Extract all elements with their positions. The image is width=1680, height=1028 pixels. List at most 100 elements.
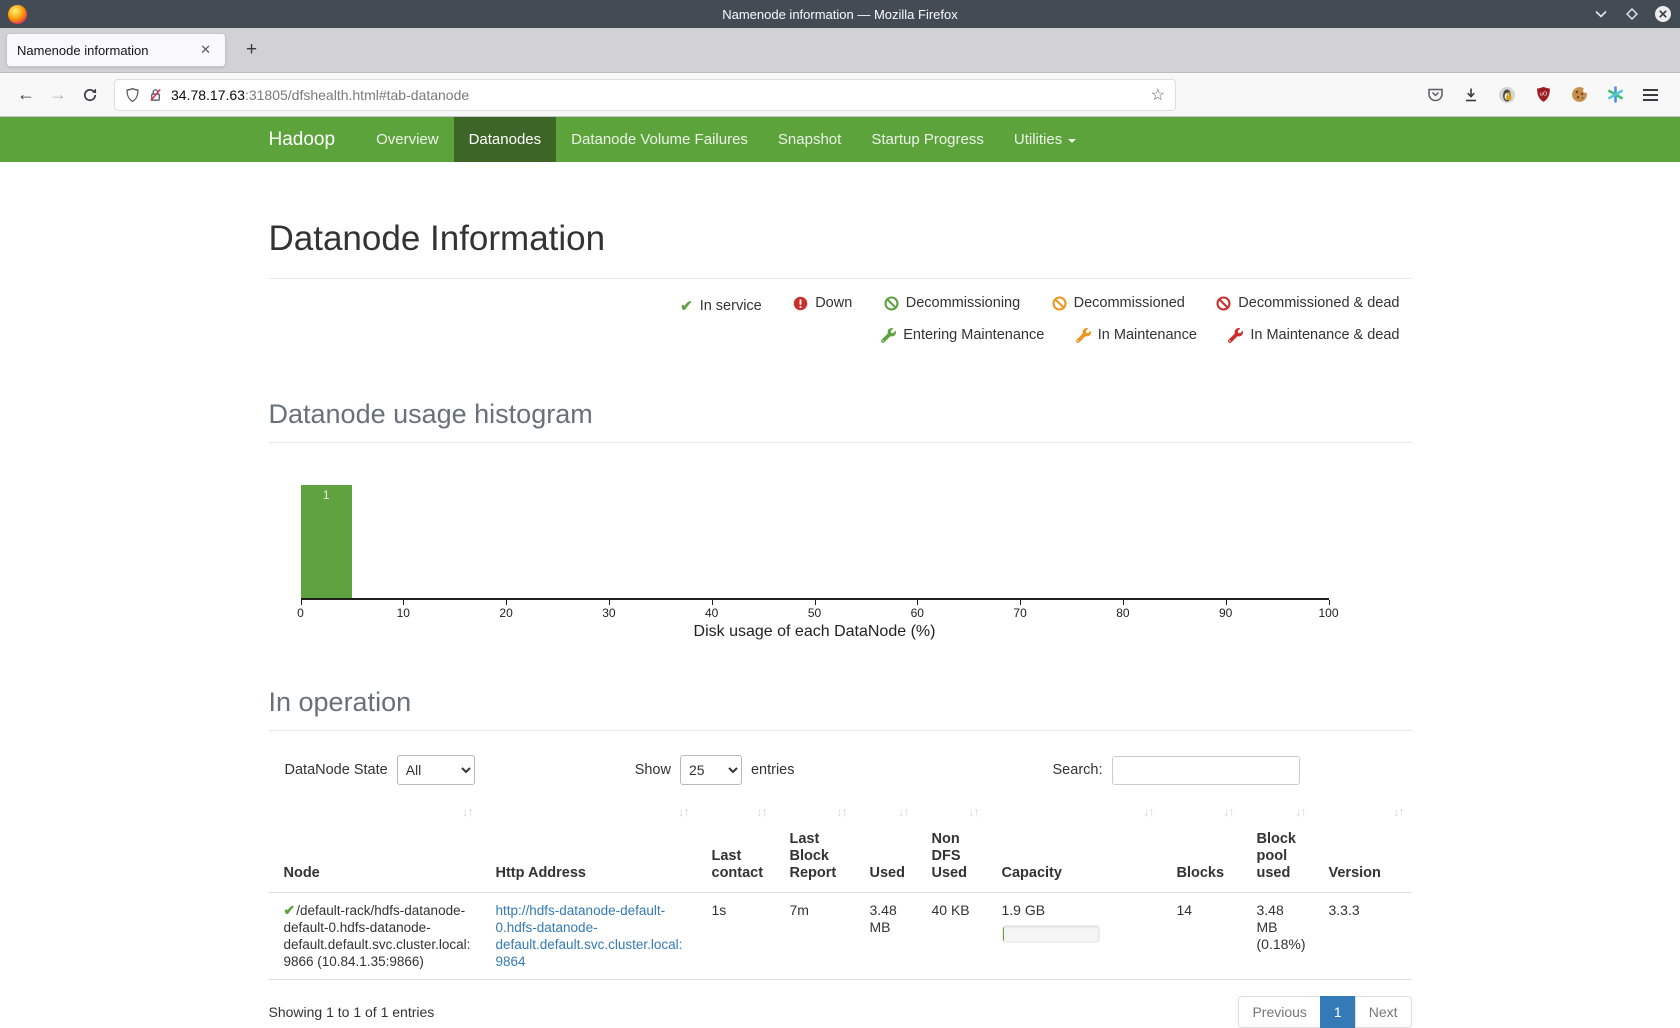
url-path: :31805/dfshealth.html#tab-datanode	[245, 87, 469, 103]
next-page-button[interactable]: Next	[1355, 996, 1412, 1028]
check-icon: ✔	[680, 292, 693, 321]
search-input[interactable]	[1112, 756, 1300, 785]
wrench-icon	[1228, 328, 1243, 343]
legend-in-maintenance-dead: In Maintenance & dead	[1228, 321, 1399, 350]
divider	[269, 442, 1412, 443]
nav-item-snapshot[interactable]: Snapshot	[763, 117, 856, 162]
back-button[interactable]: ←	[10, 84, 42, 105]
menu-hamburger-icon[interactable]	[1643, 89, 1660, 101]
tab-namenode-information[interactable]: Namenode information ✕	[6, 33, 226, 67]
ublock-icon[interactable]: uO	[1535, 86, 1552, 103]
show-label: Show	[635, 762, 671, 778]
cell-version: 3.3.3	[1314, 893, 1412, 980]
legend-in-maintenance: In Maintenance	[1076, 321, 1197, 350]
sort-icon: ↓↑	[1393, 804, 1404, 821]
x-tick: 40	[705, 606, 718, 620]
tab-strip: Namenode information ✕ +	[0, 28, 1680, 73]
ban-icon	[1216, 296, 1231, 311]
window-minimize-button[interactable]	[1592, 5, 1610, 23]
capacity-value: 1.9 GB	[1002, 902, 1154, 919]
sparkle-extension-icon[interactable]	[1607, 86, 1624, 103]
entries-label: entries	[751, 762, 795, 778]
column-header-version[interactable]: ↓↑Version	[1314, 797, 1412, 893]
nav-item-overview[interactable]: Overview	[361, 117, 454, 162]
legend-decommissioned: Decommissioned	[1052, 289, 1185, 318]
page-content: Datanode Information ✔ In service Down	[269, 219, 1412, 1028]
column-header-last-block-report[interactable]: ↓↑Last Block Report	[775, 797, 855, 893]
extension-privacy-icon[interactable]	[1498, 86, 1516, 104]
x-tick: 90	[1219, 606, 1232, 620]
column-header-last-contact[interactable]: ↓↑Last contact	[697, 797, 775, 893]
x-tick: 100	[1318, 606, 1338, 620]
reload-button[interactable]	[74, 84, 106, 105]
ban-icon	[884, 296, 899, 311]
column-header-non-dfs-used[interactable]: ↓↑Non DFS Used	[917, 797, 987, 893]
hadoop-navbar: Hadoop Overview Datanodes Datanode Volum…	[0, 117, 1680, 162]
column-header-block-pool-used[interactable]: ↓↑Block pool used	[1242, 797, 1314, 893]
sort-icon: ↓↑	[1143, 804, 1154, 821]
window-maximize-button[interactable]	[1623, 5, 1641, 23]
page-1-button[interactable]: 1	[1320, 996, 1356, 1028]
url-host: 34.78.17.63	[171, 87, 245, 103]
nav-item-utilities[interactable]: Utilities	[999, 117, 1091, 162]
lock-insecure-icon	[148, 87, 163, 103]
sort-icon: ↓↑	[756, 804, 767, 821]
previous-page-button[interactable]: Previous	[1238, 996, 1320, 1028]
check-icon: ✔	[284, 902, 296, 918]
nav-item-datanode-volume-failures[interactable]: Datanode Volume Failures	[556, 117, 763, 162]
table-controls: DataNode State All Show 25 entries Searc…	[269, 755, 1412, 785]
sort-icon: ↓↑	[968, 804, 979, 821]
x-axis: 0 10 20 30 40 50 60 70 80 90 100	[301, 600, 1329, 622]
datanode-usage-histogram: 1 0 10 20 30 40 50 60 70 80 90 100	[301, 487, 1329, 641]
column-header-http-address[interactable]: ↓↑Http Address	[481, 797, 697, 893]
datanodes-table: ↓↑Node ↓↑Http Address ↓↑Last contact ↓↑L…	[269, 797, 1412, 980]
datanode-http-link[interactable]: http://hdfs-datanode-default-0.hdfs-data…	[496, 903, 683, 969]
page-title: Datanode Information	[269, 219, 1412, 259]
x-tick: 10	[397, 606, 410, 620]
column-header-used[interactable]: ↓↑Used	[855, 797, 917, 893]
tab-title: Namenode information	[17, 43, 196, 58]
cell-capacity: 1.9 GB	[987, 893, 1162, 980]
new-tab-button[interactable]: +	[240, 39, 263, 61]
show-entries-select[interactable]: 25	[680, 755, 742, 785]
cell-non-dfs-used: 40 KB	[917, 893, 987, 980]
table-row: ✔/default-rack/hdfs-datanode-default-0.h…	[269, 893, 1412, 980]
capacity-progress-bar	[1002, 925, 1100, 943]
search-label: Search:	[1053, 762, 1103, 778]
forward-button[interactable]: →	[42, 84, 74, 105]
legend-decommissioned-dead: Decommissioned & dead	[1216, 289, 1399, 318]
window-close-button[interactable]	[1654, 5, 1672, 23]
legend-entering-maintenance: Entering Maintenance	[881, 321, 1044, 350]
window-title: Namenode information — Mozilla Firefox	[0, 7, 1680, 22]
browser-titlebar: Namenode information — Mozilla Firefox	[0, 0, 1680, 28]
x-tick: 50	[808, 606, 821, 620]
column-header-capacity[interactable]: ↓↑Capacity	[987, 797, 1162, 893]
hadoop-brand[interactable]: Hadoop	[269, 117, 362, 162]
legend-decommissioning: Decommissioning	[884, 289, 1020, 318]
column-header-blocks[interactable]: ↓↑Blocks	[1162, 797, 1242, 893]
shield-icon	[125, 87, 140, 103]
url-bar[interactable]: 34.78.17.63:31805/dfshealth.html#tab-dat…	[114, 79, 1176, 111]
nav-item-startup-progress[interactable]: Startup Progress	[856, 117, 999, 162]
cell-block-pool-used: 3.48 MB (0.18%)	[1242, 893, 1314, 980]
pocket-icon[interactable]	[1427, 86, 1444, 103]
legend-in-service: ✔ In service	[680, 292, 762, 321]
sort-icon: ↓↑	[1223, 804, 1234, 821]
tab-close-icon[interactable]: ✕	[196, 40, 215, 60]
table-footer: Showing 1 to 1 of 1 entries Previous 1 N…	[269, 996, 1412, 1028]
cell-node: ✔/default-rack/hdfs-datanode-default-0.h…	[269, 893, 481, 980]
legend-down: Down	[793, 289, 852, 318]
status-legend: ✔ In service Down Decommissioning	[269, 289, 1412, 353]
nav-item-datanodes[interactable]: Datanodes	[454, 117, 557, 162]
datanode-state-select[interactable]: All	[397, 755, 475, 785]
browser-toolbar: ← → 34.78.17.63:31805/dfshealth.html#tab…	[0, 73, 1680, 117]
column-header-node[interactable]: ↓↑Node	[269, 797, 481, 893]
bookmark-star-icon[interactable]: ☆	[1151, 85, 1165, 105]
cookie-extension-icon[interactable]	[1571, 86, 1588, 103]
sort-icon: ↓↑	[836, 804, 847, 821]
x-axis-label: Disk usage of each DataNode (%)	[301, 623, 1329, 641]
cell-last-block-report: 7m	[775, 893, 855, 980]
cell-http-address: http://hdfs-datanode-default-0.hdfs-data…	[481, 893, 697, 980]
downloads-icon[interactable]	[1463, 87, 1479, 103]
x-tick: 80	[1116, 606, 1129, 620]
